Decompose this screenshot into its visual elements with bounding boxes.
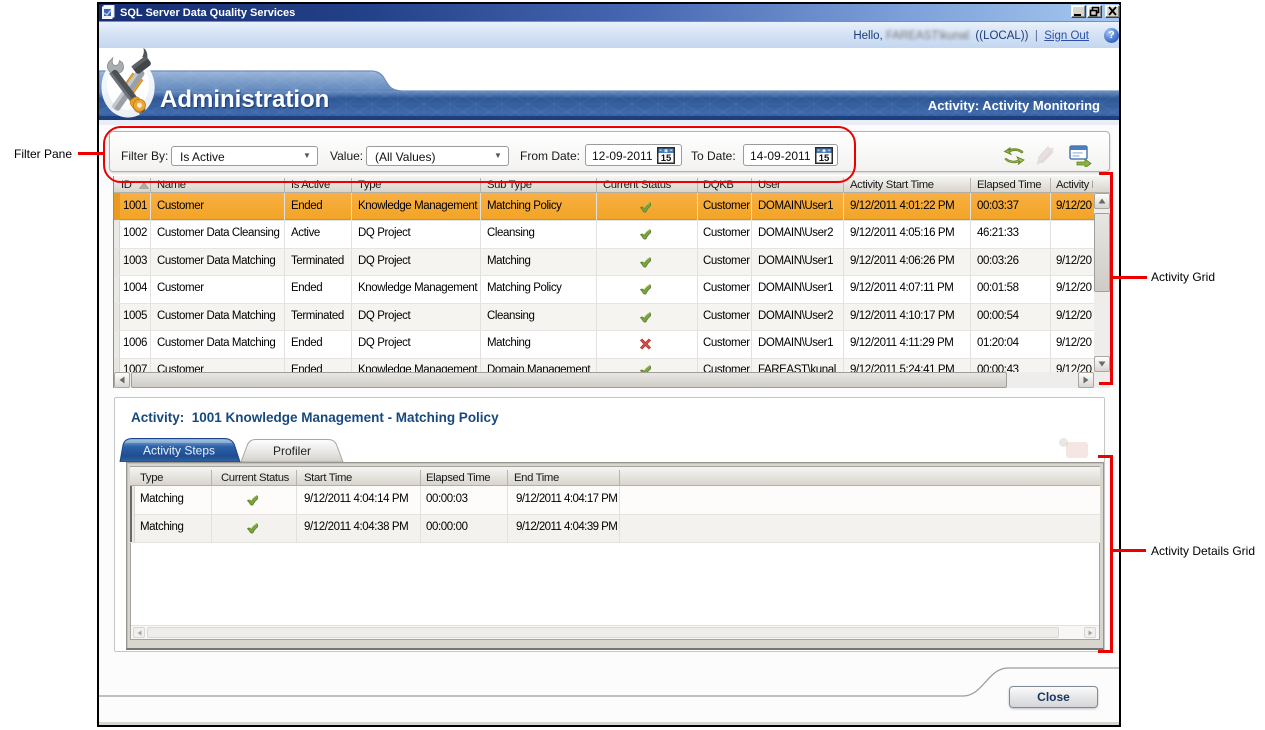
svg-text:Activity: Activity Monitoring: Activity: Activity Monitoring (928, 98, 1100, 113)
svg-text:Profiler: Profiler (273, 444, 311, 458)
svg-text:Activity Steps: Activity Steps (143, 444, 215, 458)
svg-text:Administration: Administration (160, 86, 329, 113)
